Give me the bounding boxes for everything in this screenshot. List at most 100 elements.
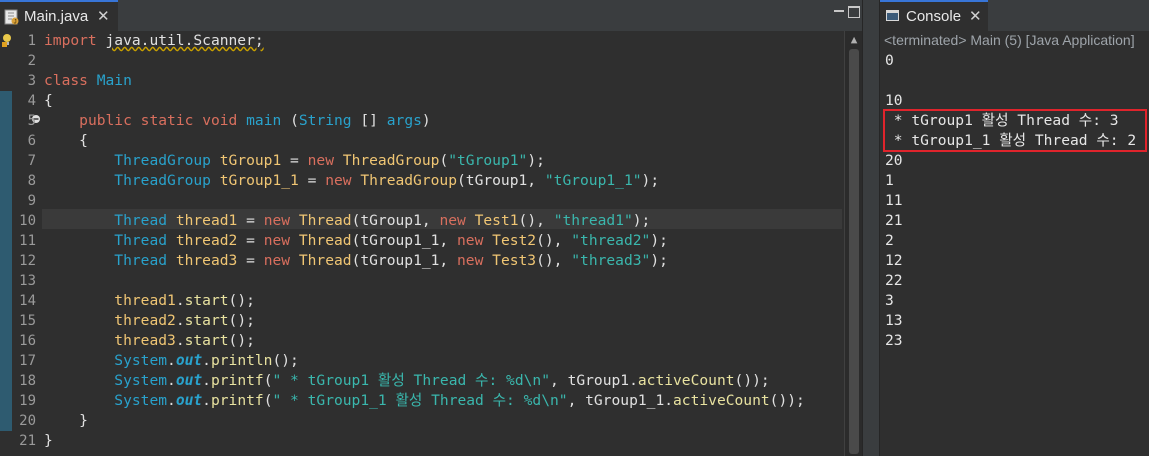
class-name: Test3 — [492, 252, 537, 269]
console-pane: Console ✕ <terminated> Main (5) [Java Ap… — [880, 0, 1149, 456]
close-console-icon[interactable]: ✕ — [969, 7, 982, 25]
code-line-1: import java.util.Scanner; — [44, 31, 805, 51]
code-line-7: ThreadGroup tGroup1 = new ThreadGroup("t… — [44, 151, 805, 171]
code-text[interactable]: import java.util.Scanner; class Main { p… — [44, 31, 805, 451]
class-name: System — [114, 372, 168, 389]
line-number: 2 — [27, 53, 36, 69]
keyword: void — [202, 112, 238, 129]
punct: . — [167, 372, 176, 389]
console-line: 3 — [885, 292, 894, 309]
punct: = — [237, 232, 264, 249]
punct: ); — [650, 232, 668, 249]
punct: ()); — [734, 372, 770, 389]
type-name: Thread — [114, 212, 168, 229]
marker-ruler — [0, 31, 12, 456]
code-editor[interactable]: 1 2 3 4 5 6 7 8 9 10 11 12 13 14 15 16 17 18 19 20 21 import… — [0, 31, 862, 456]
line-number: 10 — [19, 213, 36, 229]
console-line: 11 — [885, 192, 903, 209]
line-number: 12 — [19, 253, 36, 269]
punct: , tGroup1_1. — [567, 392, 674, 409]
punct: (), — [518, 212, 554, 229]
code-line-3: class Main — [44, 71, 805, 91]
code-line-10: Thread thread1 = new Thread(tGroup1, new… — [44, 211, 805, 231]
type-name: String — [298, 112, 352, 129]
brace: { — [44, 92, 53, 109]
static-field: out — [175, 372, 203, 389]
variable-name: thread3 — [114, 332, 176, 349]
punct: . — [167, 392, 176, 409]
code-line-18: System.out.printf(" * tGroup1 활성 Thread … — [44, 371, 805, 391]
method-call: println — [210, 352, 273, 369]
svg-text:J: J — [14, 19, 17, 25]
keyword: public — [79, 112, 132, 129]
maximize-icon[interactable] — [846, 4, 860, 18]
keyword: new — [457, 252, 484, 269]
variable-name: tGroup1 — [219, 152, 282, 169]
minimize-icon[interactable] — [832, 4, 846, 18]
console-line: 22 — [885, 272, 903, 289]
param-name: args — [386, 112, 422, 129]
line-number: 9 — [27, 193, 36, 209]
punct: . — [202, 372, 211, 389]
punct: . — [167, 352, 176, 369]
import-package: java.util.Scanner; — [105, 32, 264, 49]
console-line: 1 — [885, 172, 894, 189]
scrollbar-thumb[interactable] — [849, 49, 859, 454]
line-number: 21 — [19, 433, 36, 449]
pane-splitter[interactable] — [862, 0, 880, 456]
type-name: ThreadGroup — [114, 172, 211, 189]
punct: . — [175, 332, 185, 349]
line-number: 16 — [19, 333, 36, 349]
code-line-8: ThreadGroup tGroup1_1 = new ThreadGroup(… — [44, 171, 805, 191]
method-name: main — [246, 112, 282, 129]
code-line-21: } — [44, 431, 805, 451]
line-number: 20 — [19, 413, 36, 429]
vertical-scrollbar[interactable]: ▲ — [844, 31, 862, 456]
console-line: 21 — [885, 212, 903, 229]
keyword: new — [263, 252, 291, 269]
line-number: 1 — [27, 33, 36, 49]
scroll-up-icon[interactable]: ▲ — [845, 33, 863, 46]
type-name: Thread — [114, 252, 168, 269]
close-tab-icon[interactable]: ✕ — [97, 7, 110, 25]
punct: (tGroup1_1, — [351, 252, 457, 269]
tab-console[interactable]: Console ✕ — [880, 0, 988, 31]
console-output[interactable]: 0 10 * tGroup1 활성 Thread 수: 3 * tGroup1_1… — [885, 51, 1136, 351]
string-literal: "thread3" — [571, 252, 651, 269]
punct: . — [175, 292, 185, 309]
variable-name: thread1 — [114, 292, 176, 309]
method-call: activeCount — [637, 372, 735, 389]
keyword: new — [325, 172, 352, 189]
code-line-19: System.out.printf(" * tGroup1_1 활성 Threa… — [44, 391, 805, 411]
line-number: 8 — [27, 173, 36, 189]
code-line-5: public static void main (String [] args) — [44, 111, 805, 131]
console-line: 0 — [885, 52, 894, 69]
punct: = — [298, 172, 326, 189]
class-name: Test2 — [492, 232, 537, 249]
line-number: 7 — [27, 153, 36, 169]
editor-pane: J Main.java ✕ 1 2 3 4 5 6 7 8 9 10 11 12 13 14 15 16 17 1… — [0, 0, 862, 456]
line-number: 13 — [19, 273, 36, 289]
punct: ); — [632, 212, 651, 229]
punct: (); — [228, 292, 255, 309]
line-number: 17 — [19, 353, 36, 369]
line-number-gutter: 1 2 3 4 5 6 7 8 9 10 11 12 13 14 15 16 17 18 19 20 21 — [12, 31, 36, 451]
punct: (), — [536, 252, 572, 269]
punct: (tGroup1_1, — [351, 232, 457, 249]
code-line-12: Thread thread3 = new Thread(tGroup1_1, n… — [44, 251, 805, 271]
method-call: activeCount — [673, 392, 770, 409]
line-number: 5 — [27, 113, 36, 129]
string-literal: " * tGroup1_1 활성 Thread 수: %d\n" — [272, 392, 568, 409]
editor-tab-bar: J Main.java ✕ — [0, 0, 862, 31]
tab-main-java[interactable]: J Main.java ✕ — [0, 0, 118, 31]
punct: ); — [527, 152, 545, 169]
line-number: 6 — [27, 133, 36, 149]
constructor: ThreadGroup — [360, 172, 457, 189]
punct: [] — [351, 112, 387, 129]
type-name: Thread — [114, 232, 168, 249]
console-line: 2 — [885, 232, 894, 249]
variable-name: thread2 — [114, 312, 176, 329]
line-number: 3 — [27, 73, 36, 89]
class-name: System — [114, 352, 168, 369]
